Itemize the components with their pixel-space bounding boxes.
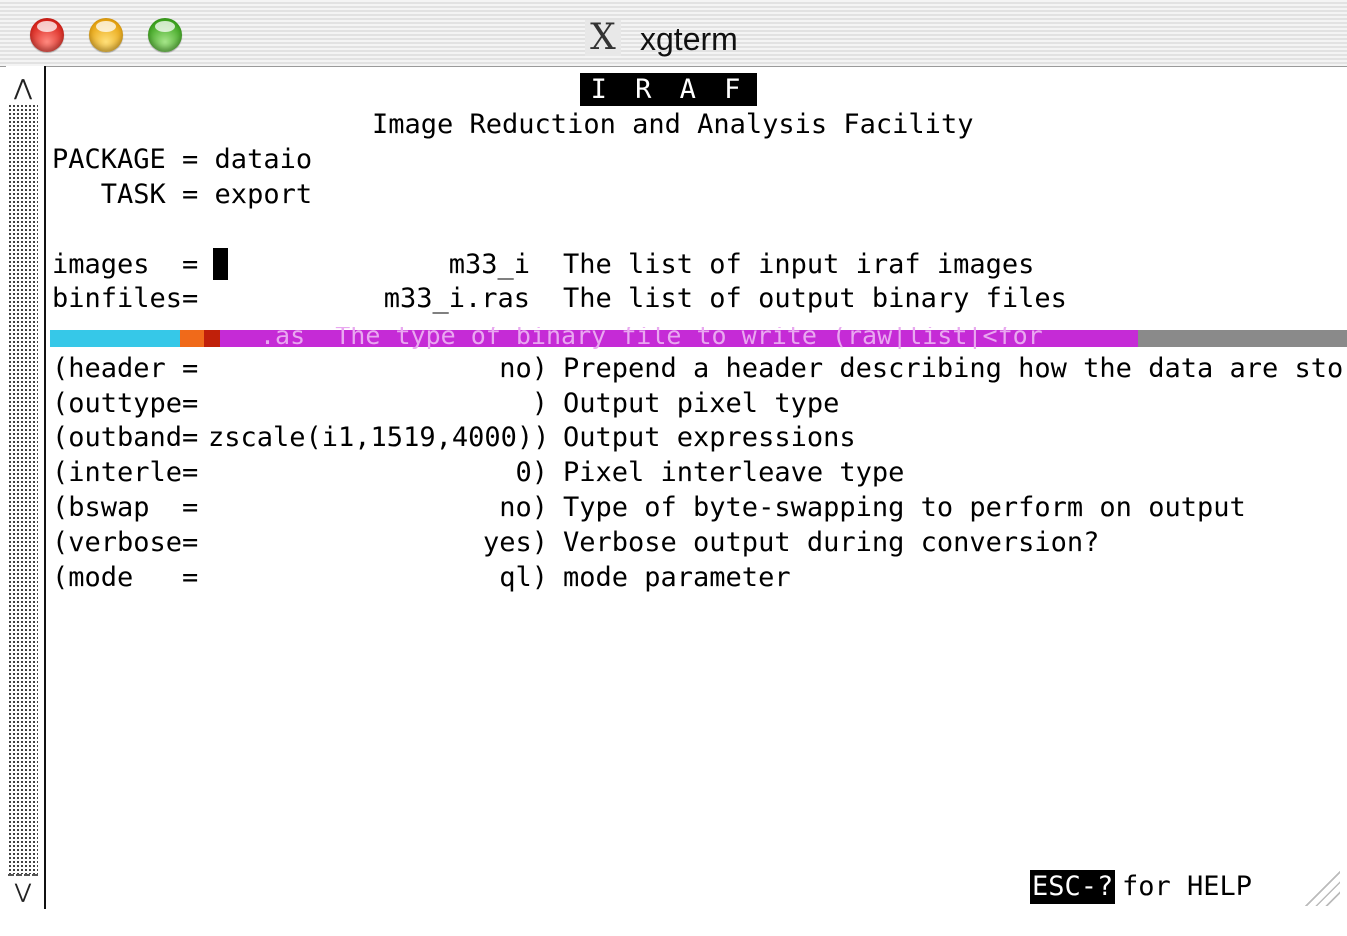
param-name: (interle= [52,457,199,488]
task-line: TASK = export [52,179,313,210]
param-name: (mode = [52,562,199,593]
param-desc: The list of output binary files [563,283,1067,314]
param-value: yes) [482,527,548,558]
glitch-grey-block [1138,330,1347,347]
glitch-cyan-block [50,330,180,347]
zoom-button[interactable] [148,18,182,52]
scroll-up-arrow-icon[interactable]: ⋀ [8,74,38,104]
param-value: ) [531,388,548,419]
param-name: binfiles= [52,283,199,314]
param-value: no) [499,353,548,384]
param-name: (bswap = [52,492,199,523]
param-name: (verbose= [52,527,199,558]
param-value: no) [499,492,548,523]
param-value: ql) [499,562,548,593]
param-value: m33_i.ras [383,283,530,314]
param-name: (header = [52,353,199,384]
scrollbar-thumb[interactable]: ⋁ [8,874,38,936]
iraf-subtitle: Image Reduction and Analysis Facility [372,109,974,140]
param-value: m33_i [448,249,530,280]
close-button[interactable] [30,18,64,52]
glitch-orange-block [180,330,204,347]
param-name: images = [52,249,199,280]
param-name: (outtype= [52,388,199,419]
param-desc: Output pixel type [563,388,840,419]
help-key-badge: ESC-? [1030,870,1116,904]
param-desc: Prepend a header describing how the data… [563,353,1344,384]
param-value: 0) [515,457,548,488]
help-hint: for HELP [1122,871,1253,902]
minimize-button[interactable] [89,18,123,52]
param-value: zscale(i1,1519,4000)) [208,422,550,453]
window-title: xgterm [640,21,738,57]
x11-icon: X [585,20,621,56]
resize-grip-icon[interactable] [1300,868,1340,906]
glitch-red-block [204,330,220,347]
title-bar[interactable]: X xgterm [0,0,1347,67]
param-desc: Type of byte-swapping to perform on outp… [563,492,1246,523]
param-desc: Verbose output during conversion? [563,527,1100,558]
package-line: PACKAGE = dataio [52,144,313,175]
iraf-banner: I R A F [580,73,757,106]
scrollbar-track[interactable] [8,76,38,899]
vertical-scrollbar[interactable]: ⋀ ⋁ [6,66,46,936]
corrupted-param-row: .as The type of binary file to write (ra… [50,327,1347,349]
param-name: (outband= [52,422,199,453]
param-desc: mode parameter [563,562,791,593]
param-desc: The list of input iraf images [563,249,1035,280]
param-desc: Pixel interleave type [563,457,905,488]
glitch-text: .as The type of binary file to write (ra… [260,327,1043,349]
param-desc: Output expressions [563,422,856,453]
